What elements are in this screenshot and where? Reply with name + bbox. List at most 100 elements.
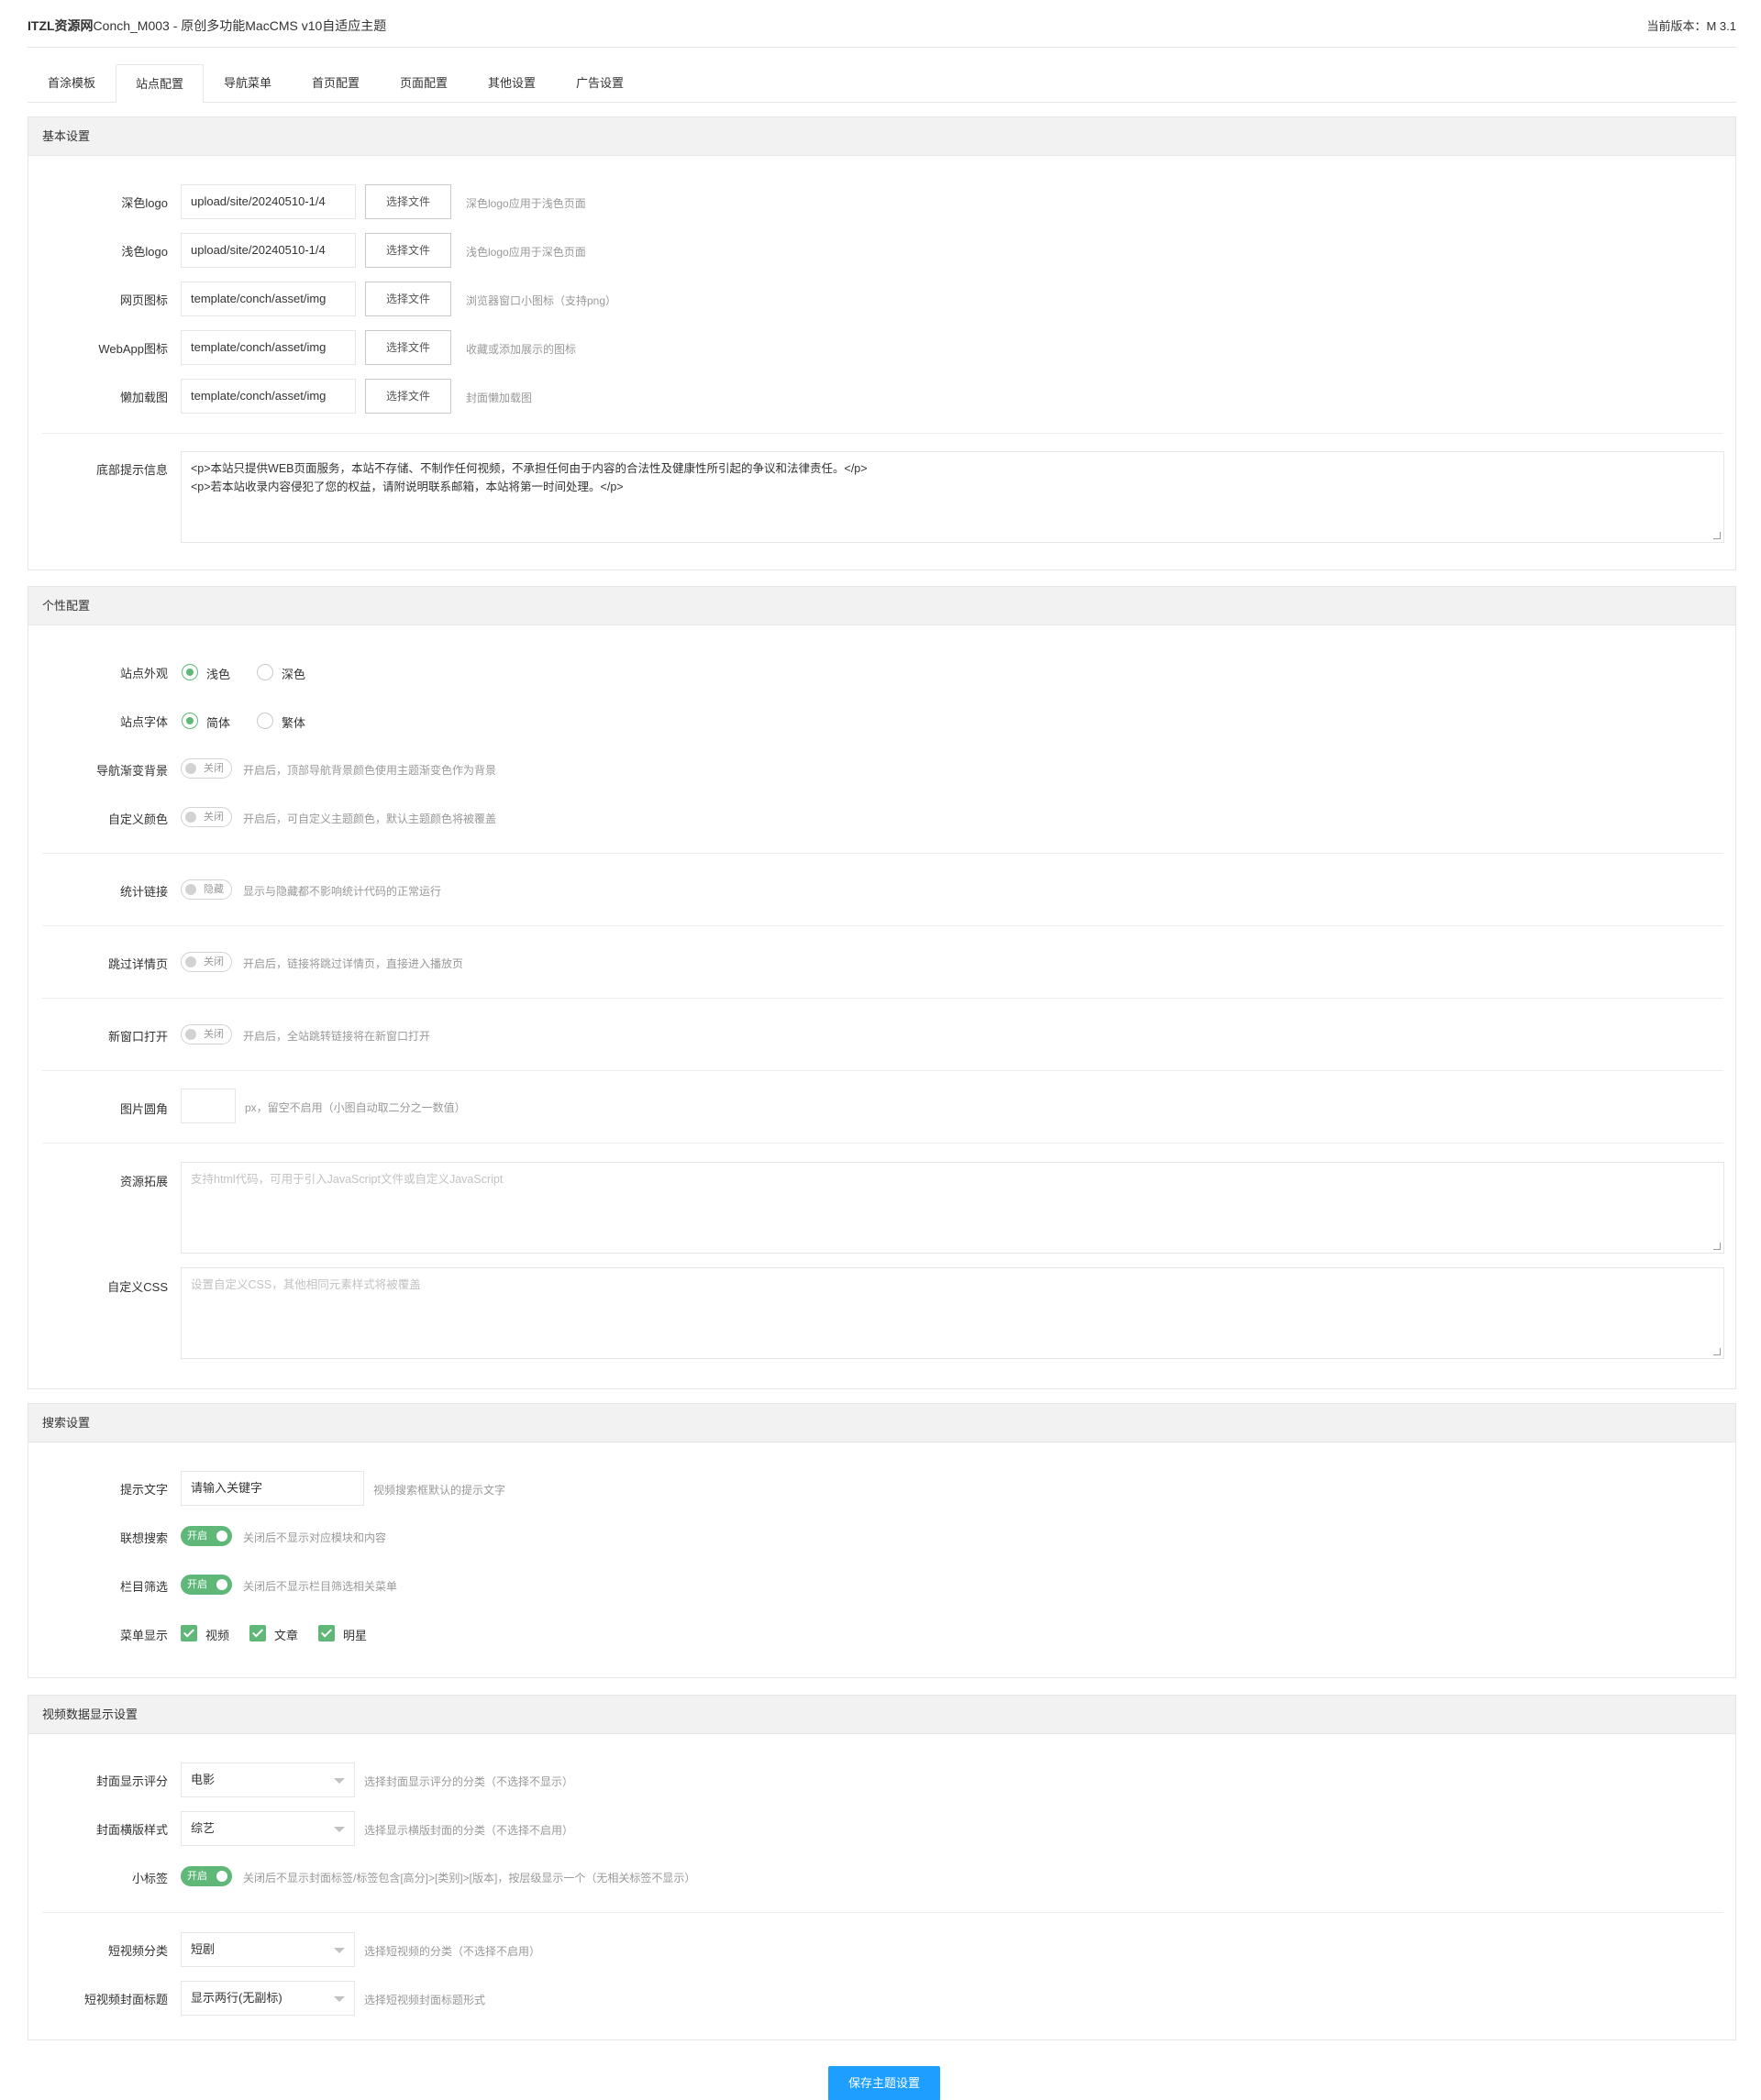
save-theme-button[interactable]: 保存主题设置 [828, 2066, 940, 2100]
field-hint: 浅色logo应用于深色页面 [466, 246, 586, 259]
resource-extension-textarea[interactable]: 支持html代码，可用于引入JavaScript文件或自定义JavaScript [181, 1162, 1724, 1254]
lazyload-image-input[interactable]: template/conch/asset/img [181, 379, 356, 414]
version-label: 当前版本：M 3.1 [1646, 19, 1736, 33]
field-hint: 开启后，可自定义主题颜色，默认主题颜色将被覆盖 [243, 812, 497, 825]
tab-other-settings[interactable]: 其他设置 [468, 64, 556, 103]
field-hint: 浏览器窗口小图标（支持png） [466, 294, 617, 307]
checkbox-star[interactable] [318, 1625, 335, 1641]
panel-title: 个性配置 [28, 587, 1735, 625]
resize-handle[interactable] [1713, 1243, 1721, 1250]
field-label: 资源拓展 [119, 1175, 168, 1188]
field-hint: 选择显示横版封面的分类（不选择不启用） [364, 1824, 574, 1837]
dark-logo-input[interactable]: upload/site/20240510-1/4 [181, 184, 356, 219]
divider [42, 1912, 1723, 1913]
webapp-icon-input[interactable]: template/conch/asset/img [181, 330, 356, 365]
field-label: 自定义颜色 [107, 812, 168, 826]
divider [42, 1070, 1723, 1071]
field-hint: px，留空不启用（小图自动取二分之一数值） [245, 1101, 466, 1114]
custom-color-toggle[interactable]: 关闭 [181, 807, 232, 827]
resize-handle[interactable] [1713, 1348, 1721, 1355]
image-radius-input[interactable] [181, 1089, 236, 1123]
radio-light[interactable] [182, 664, 198, 680]
select-file-button[interactable]: 选择文件 [365, 184, 451, 219]
favicon-input[interactable]: template/conch/asset/img [181, 282, 356, 316]
skip-detail-toggle[interactable]: 关闭 [181, 952, 232, 972]
field-label: 封面显示评分 [95, 1774, 168, 1788]
field-hint: 开启后，全站跳转链接将在新窗口打开 [243, 1030, 431, 1043]
field-hint: 开启后，链接将跳过详情页，直接进入播放页 [243, 957, 464, 970]
select-file-button[interactable]: 选择文件 [365, 330, 451, 365]
field-hint: 收藏或添加展示的图标 [466, 343, 577, 356]
field-hint: 选择短视频的分类（不选择不启用） [364, 1945, 541, 1958]
field-hint: 视频搜索框默认的提示文字 [373, 1484, 506, 1497]
divider [42, 998, 1723, 999]
stats-link-toggle[interactable]: 隐藏 [181, 879, 232, 900]
field-label: 联想搜索 [119, 1531, 168, 1545]
footer-info-textarea[interactable]: <p>本站只提供WEB页面服务，本站不存储、不制作任何视频，不承担任何由于内容的… [181, 451, 1724, 543]
field-label: 提示文字 [119, 1483, 168, 1497]
panel-title: 搜索设置 [28, 1404, 1735, 1442]
light-logo-input[interactable]: upload/site/20240510-1/4 [181, 233, 356, 268]
new-window-toggle[interactable]: 关闭 [181, 1024, 232, 1044]
checkbox-article[interactable] [249, 1625, 266, 1641]
short-video-title-select[interactable]: 显示两行(无副标) [181, 1981, 355, 2016]
tab-ad-settings[interactable]: 广告设置 [556, 64, 644, 103]
custom-css-textarea[interactable]: 设置自定义CSS，其他相同元素样式将被覆盖 [181, 1267, 1724, 1359]
radio-traditional[interactable] [257, 713, 273, 729]
field-hint: 选择短视频封面标题形式 [364, 1994, 486, 2006]
resize-handle[interactable] [1713, 532, 1721, 539]
panel-title: 基本设置 [28, 117, 1735, 156]
field-label: 栏目筛选 [119, 1580, 168, 1594]
field-label: 新窗口打开 [107, 1030, 168, 1044]
radio-dark[interactable] [257, 664, 273, 680]
field-label: 导航渐变背景 [95, 764, 168, 778]
panel-title: 视频数据显示设置 [28, 1696, 1735, 1734]
field-hint: 关闭后不显示栏目筛选相关菜单 [243, 1580, 398, 1593]
tab-bar: 首涂模板 站点配置 导航菜单 首页配置 页面配置 其他设置 广告设置 [28, 64, 1736, 104]
field-label: 网页图标 [119, 293, 168, 307]
field-hint: 开启后，顶部导航背景颜色使用主题渐变色作为背景 [243, 764, 497, 777]
divider [42, 433, 1723, 434]
checkbox-video[interactable] [181, 1625, 197, 1641]
field-hint: 关闭后不显示封面标签/标签包含[高分]>[类别]>[版本]，按层级显示一个（无相… [243, 1872, 696, 1884]
field-label: 懒加载图 [119, 391, 168, 404]
chevron-down-icon [334, 1948, 345, 1953]
nav-gradient-toggle[interactable]: 关闭 [181, 758, 232, 779]
field-label: 小标签 [131, 1872, 168, 1885]
score-category-select[interactable]: 电影 [181, 1763, 355, 1797]
divider [42, 925, 1723, 926]
radio-label: 简体 [206, 716, 231, 730]
field-label: 短视频封面标题 [83, 1993, 168, 2006]
field-label: 自定义CSS [107, 1280, 168, 1294]
search-hint-input[interactable]: 请输入关键字 [181, 1471, 364, 1506]
field-hint: 选择封面显示评分的分类（不选择不显示） [364, 1775, 574, 1788]
field-hint: 封面懒加载图 [466, 392, 533, 404]
tab-page-config[interactable]: 页面配置 [380, 64, 468, 103]
checkbox-label: 视频 [205, 1629, 230, 1642]
tab-nav-menu[interactable]: 导航菜单 [204, 64, 292, 103]
tab-template[interactable]: 首涂模板 [28, 64, 116, 103]
select-file-button[interactable]: 选择文件 [365, 379, 451, 414]
suggest-search-toggle[interactable]: 开启 [181, 1526, 232, 1546]
field-label: 菜单显示 [119, 1629, 168, 1642]
search-settings-panel: 搜索设置 提示文字 请输入关键字 视频搜索框默认的提示文字 联想搜索 开启 关闭… [28, 1403, 1736, 1678]
tab-site-config[interactable]: 站点配置 [116, 64, 204, 104]
select-file-button[interactable]: 选择文件 [365, 282, 451, 316]
divider [42, 853, 1723, 854]
radio-simplified[interactable] [182, 713, 198, 729]
field-hint: 深色logo应用于浅色页面 [466, 197, 586, 210]
category-filter-toggle[interactable]: 开启 [181, 1575, 232, 1595]
small-tag-toggle[interactable]: 开启 [181, 1866, 232, 1886]
radio-label: 繁体 [282, 716, 306, 730]
landscape-category-select[interactable]: 综艺 [181, 1811, 355, 1846]
field-label: 图片圆角 [119, 1102, 168, 1116]
field-label: 底部提示信息 [95, 463, 168, 477]
field-label: 站点字体 [119, 715, 168, 729]
tab-home-config[interactable]: 首页配置 [292, 64, 380, 103]
select-file-button[interactable]: 选择文件 [365, 233, 451, 268]
field-label: 封面横版样式 [95, 1823, 168, 1837]
personal-config-panel: 个性配置 站点外观 浅色 深色 站点字体 简体 繁体 导航渐变背景 关闭 开启后… [28, 586, 1736, 1389]
checkbox-label: 文章 [274, 1629, 299, 1642]
video-display-panel: 视频数据显示设置 封面显示评分 电影 选择封面显示评分的分类（不选择不显示） 封… [28, 1695, 1736, 2040]
short-video-category-select[interactable]: 短剧 [181, 1932, 355, 1967]
